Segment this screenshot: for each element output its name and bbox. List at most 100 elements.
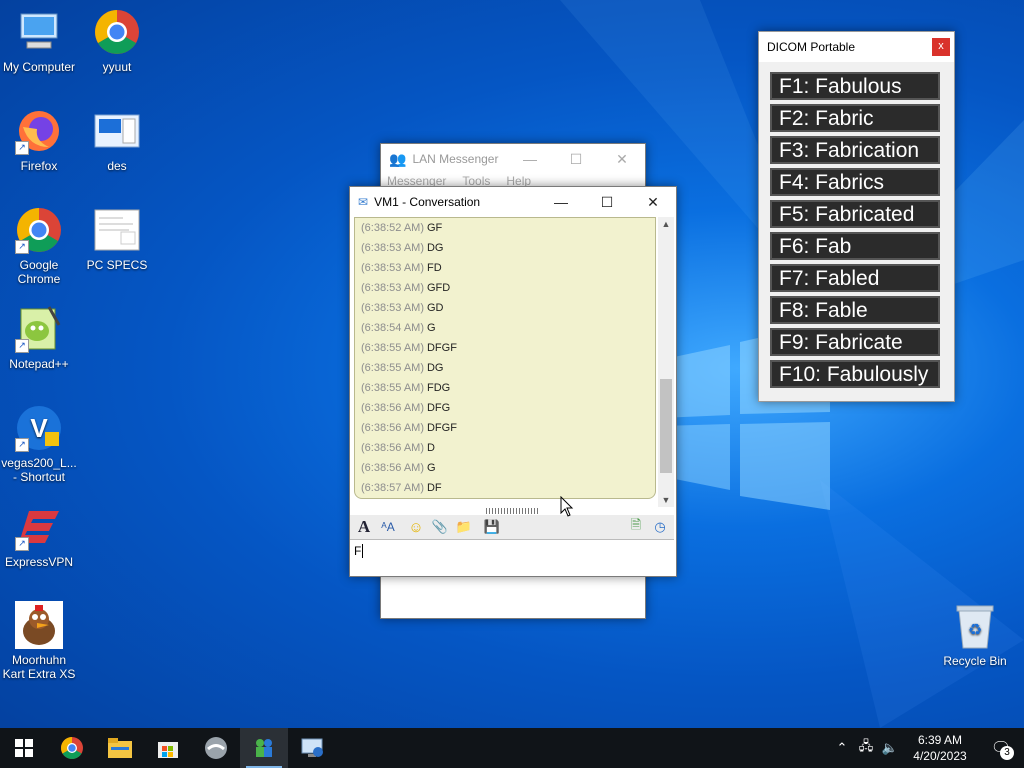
start-button[interactable] — [0, 728, 48, 768]
start-icon — [15, 739, 33, 757]
desktop-icon-label: Firefox — [20, 159, 58, 173]
scrollbar-thumb[interactable] — [660, 379, 672, 473]
taskbar-remote[interactable] — [288, 728, 336, 768]
minimize-button[interactable]: — — [507, 144, 553, 174]
lan-messenger-app-icon: 👥 — [389, 150, 407, 167]
desktop-icon-label: Recycle Bin — [943, 654, 1007, 668]
firefox-icon: ↗ — [15, 107, 63, 155]
desktop-icon-label: Moorhuhn Kart Extra XS — [2, 653, 76, 681]
chat-message: (6:38:53 AM) DG — [361, 242, 444, 254]
volume-icon[interactable]: 🔈 — [878, 740, 902, 756]
close-button[interactable]: ✕ — [630, 187, 676, 217]
window-title: VM1 - Conversation — [374, 195, 481, 209]
desktop-icon-notepadpp[interactable]: ↗ Notepad++ — [1, 305, 77, 371]
lan-messenger-titlebar[interactable]: 👥 LAN Messenger — ☐ ✕ — [381, 144, 645, 174]
f5-button[interactable]: F5: Fabricated — [770, 200, 940, 228]
message-input[interactable]: F — [350, 539, 674, 575]
notepadpp-icon: ↗ — [15, 305, 63, 353]
font-icon[interactable]: A — [354, 517, 374, 537]
chrome-icon — [93, 8, 141, 56]
chat-message: (6:38:56 AM) D — [361, 442, 435, 454]
taskbar-store[interactable] — [144, 728, 192, 768]
scroll-up-arrow-icon[interactable]: ▲ — [658, 217, 674, 231]
taskbar-clock[interactable]: 6:39 AM 4/20/2023 — [902, 732, 978, 764]
maximize-button[interactable]: ☐ — [584, 187, 630, 217]
chat-message: (6:38:53 AM) FD — [361, 262, 442, 274]
chat-toolbar: A ᴬA ☺ 📎 📁 💾 🗎 ◷ — [350, 515, 674, 539]
shortcut-arrow-icon: ↗ — [15, 141, 29, 155]
f4-button[interactable]: F4: Fabrics — [770, 168, 940, 196]
f10-button[interactable]: F10: Fabulously — [770, 360, 940, 388]
desktop-icon-pc-specs[interactable]: PC SPECS — [79, 206, 155, 272]
desktop-icon-label: Google Chrome — [17, 258, 61, 286]
chat-message: (6:38:55 AM) DFGF — [361, 342, 457, 354]
smiley-icon[interactable]: ☺ — [406, 517, 426, 537]
notification-count-badge: 3 — [1000, 746, 1014, 760]
chat-message: (6:38:53 AM) GFD — [361, 282, 451, 294]
chevron-up-icon[interactable]: ⌃ — [830, 740, 854, 756]
f9-button[interactable]: F9: Fabricate — [770, 328, 940, 356]
send-folder-icon[interactable]: 📁 — [454, 517, 474, 537]
computer-icon — [15, 8, 63, 56]
chat-message: (6:38:56 AM) DFG — [361, 402, 451, 414]
desktop-icon-label: Notepad++ — [9, 357, 69, 371]
desktop-icon-yyuut[interactable]: yyuut — [79, 8, 155, 74]
desktop-icon-google-chrome[interactable]: ↗ Google Chrome — [1, 206, 77, 286]
desktop-icon-des[interactable]: des — [79, 107, 155, 173]
splitter-grip[interactable] — [486, 508, 540, 514]
history-icon[interactable]: 🗎 — [626, 517, 646, 537]
f2-button[interactable]: F2: Fabric — [770, 104, 940, 132]
notification-center-button[interactable]: 🗨 3 — [978, 728, 1024, 768]
maximize-button[interactable]: ☐ — [553, 144, 599, 174]
moorhuhn-icon — [15, 601, 63, 649]
dicom-button-list: F1: Fabulous F2: Fabric F3: Fabrication … — [759, 62, 954, 388]
close-button[interactable]: x — [932, 38, 950, 56]
taskbar-file-explorer[interactable] — [96, 728, 144, 768]
desktop-icon-label: des — [107, 159, 127, 173]
f8-button[interactable]: F8: Fable — [770, 296, 940, 324]
clock-time: 6:39 AM — [917, 733, 963, 747]
chat-message: (6:38:56 AM) DFGF — [361, 422, 457, 434]
chat-app-icon: ✉ — [358, 195, 369, 209]
clock-date: 4/20/2023 — [913, 749, 967, 763]
f6-button[interactable]: F6: Fab — [770, 232, 940, 260]
desktop-icon-moorhuhn[interactable]: Moorhuhn Kart Extra XS — [1, 601, 77, 681]
desktop-icon-vegas[interactable]: V ↗ vegas200_L... - Shortcut — [1, 404, 77, 484]
scroll-down-arrow-icon[interactable]: ▼ — [658, 493, 674, 507]
chat-message: (6:38:54 AM) G — [361, 322, 436, 334]
desktop-icon-expressvpn[interactable]: ↗ ExpressVPN — [1, 503, 77, 569]
close-button[interactable]: ✕ — [599, 144, 645, 174]
svg-text:♻: ♻ — [968, 620, 982, 639]
taskbar-lan-messenger[interactable] — [240, 728, 288, 768]
desktop-icon-label: vegas200_L... - Shortcut — [1, 456, 77, 484]
chat-scrollbar[interactable]: ▲ ▼ — [658, 217, 674, 507]
dicom-titlebar[interactable]: DICOM Portable x — [759, 32, 954, 62]
dicom-portable-window[interactable]: DICOM Portable x F1: Fabulous F2: Fabric… — [758, 31, 955, 402]
save-icon[interactable]: 💾 — [482, 517, 502, 537]
chat-message: (6:38:55 AM) DG — [361, 362, 444, 374]
f1-button[interactable]: F1: Fabulous — [770, 72, 940, 100]
document-icon — [93, 107, 141, 155]
f3-button[interactable]: F3: Fabrication — [770, 136, 940, 164]
desktop-icon-my-computer[interactable]: My Computer — [1, 8, 77, 74]
minimize-button[interactable]: — — [538, 187, 584, 217]
desktop-icon-firefox[interactable]: ↗ Firefox — [1, 107, 77, 173]
chat-log[interactable]: (6:38:52 AM) GF (6:38:53 AM) DG (6:38:53 A… — [354, 217, 656, 499]
conversation-titlebar[interactable]: ✉ VM1 - Conversation — ☐ ✕ — [350, 187, 676, 217]
clock-icon[interactable]: ◷ — [650, 517, 670, 537]
desktop-icon-label: ExpressVPN — [4, 555, 74, 569]
desktop-icon-recycle-bin[interactable]: ♻ Recycle Bin — [937, 602, 1013, 668]
f7-button[interactable]: F7: Fabled — [770, 264, 940, 292]
shortcut-arrow-icon: ↗ — [15, 438, 29, 452]
attach-file-icon[interactable]: 📎 — [430, 517, 450, 537]
font-color-icon[interactable]: ᴬA — [378, 517, 398, 537]
taskbar-app[interactable] — [192, 728, 240, 768]
conversation-window[interactable]: ✉ VM1 - Conversation — ☐ ✕ (6:38:52 AM) G… — [349, 186, 677, 577]
network-icon[interactable]: 🖧 — [854, 737, 878, 759]
system-tray: ⌃ 🖧 🔈 6:39 AM 4/20/2023 🗨 3 — [830, 728, 1024, 768]
window-title: LAN Messenger — [412, 152, 499, 166]
taskbar-chrome[interactable] — [48, 728, 96, 768]
desktop-icon-label: yyuut — [102, 60, 132, 74]
remote-icon — [301, 738, 323, 757]
shortcut-arrow-icon: ↗ — [15, 339, 29, 353]
